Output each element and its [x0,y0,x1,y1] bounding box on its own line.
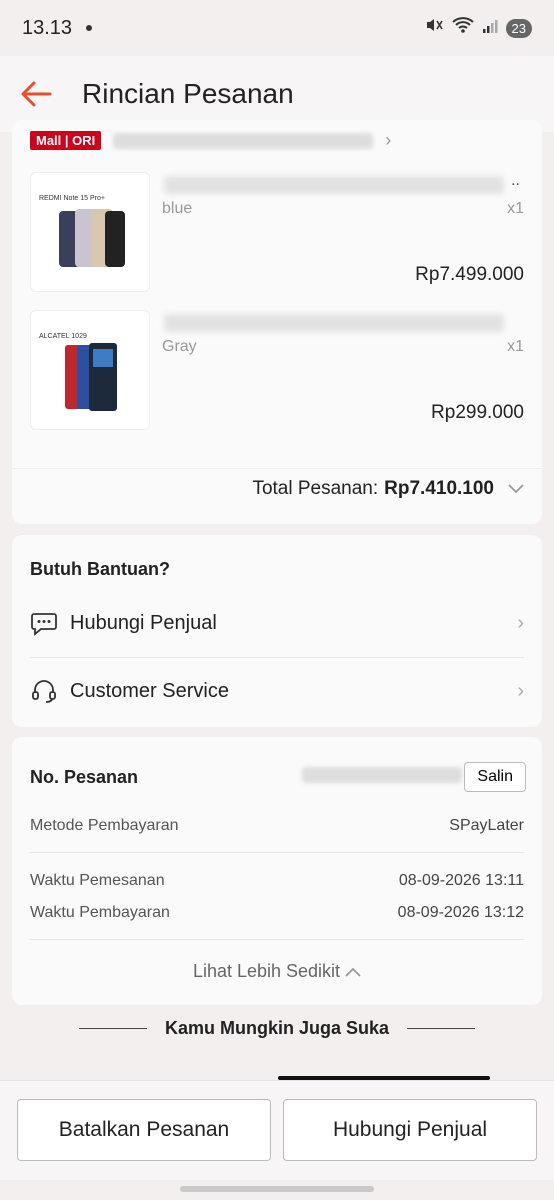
thumb-label: REDMI Note 15 Pro+ [39,195,105,202]
payment-time-value: 08-09-2026 13:12 [397,904,524,921]
payment-method-row: Metode Pembayaran SPayLater [30,817,524,835]
order-info-card: No. Pesanan Salin Metode Pembayaran SPay… [12,737,542,1005]
total-value: Rp7.410.100 [384,477,494,499]
payment-time-label: Waktu Pembayaran [30,904,170,921]
contact-seller-button[interactable]: Hubungi Penjual [283,1099,537,1161]
mute-icon [424,15,444,41]
order-number-label: No. Pesanan [30,767,139,787]
product-quantity: x1 [507,338,524,355]
shop-name-redacted [113,132,374,149]
product-name-redacted [164,314,504,332]
battery-indicator: 23 [505,18,532,38]
thumb-label: ALCATEL 1029 [39,333,87,340]
chevron-right-icon: › [385,130,392,150]
product-name-redacted [164,176,504,194]
suggestions-title: Kamu Mungkin Juga Suka [164,1018,390,1038]
signal-icon [482,17,498,40]
product-variant: blue [162,200,193,217]
see-less-toggle[interactable]: Lihat Lebih Sedikit [12,961,542,982]
chevron-right-icon: › [517,611,524,634]
status-bar: 13.13 23 [0,0,554,56]
divider [30,657,524,658]
suggestions-heading: Kamu Mungkin Juga Suka [0,1018,554,1039]
see-less-label: Lihat Lebih Sedikit [192,961,341,981]
order-time-row: Waktu Pemesanan 08-09-2026 13:11 [30,872,524,890]
mall-badge: Mall | ORI [30,131,102,150]
chevron-down-icon [508,478,524,500]
product-name-ellipsis: .. [511,172,520,189]
product-item[interactable]: REDMI Note 15 Pro+ .. blue x1 Rp7.499.00… [30,172,524,292]
chevron-up-icon [345,961,361,981]
gesture-nav-handle[interactable] [180,1186,374,1192]
page-title: Rincian Pesanan [82,78,294,109]
shop-row[interactable]: Mall | ORI › [30,130,391,151]
notification-dot [86,25,93,31]
bottom-action-bar: Batalkan Pesanan Hubungi Penjual [0,1080,554,1180]
order-products-card: Mall | ORI › REDMI Note 15 Pro+ .. blue … [12,120,542,524]
cancel-order-button[interactable]: Batalkan Pesanan [17,1099,271,1161]
payment-method-label: Metode Pembayaran [30,817,179,834]
divider [407,1028,476,1029]
wifi-icon [451,16,474,40]
order-total-row[interactable]: Total Pesanan: Rp7.410.100 [12,468,542,508]
product-variant: Gray [162,338,197,355]
back-arrow-icon[interactable] [18,76,54,112]
order-number-redacted [302,767,462,783]
product-item[interactable]: ALCATEL 1029 Gray x1 Rp299.000 [30,310,524,430]
payment-method-value: SPayLater [449,817,524,834]
copy-button[interactable]: Salin [464,762,526,792]
product-price: Rp299.000 [431,402,524,423]
order-time-label: Waktu Pemesanan [30,872,165,889]
order-time-value: 08-09-2026 13:11 [398,872,524,889]
product-thumbnail: REDMI Note 15 Pro+ [30,172,150,292]
chevron-right-icon: › [517,679,524,702]
status-time: 13.13 [22,16,73,39]
product-thumbnail: ALCATEL 1029 [30,310,150,430]
help-item-contact-seller[interactable]: Hubungi Penjual › [12,591,542,655]
product-quantity: x1 [507,200,524,217]
product-price: Rp7.499.000 [415,264,524,285]
help-item-customer-service[interactable]: Customer Service › [12,659,542,723]
help-item-label: Hubungi Penjual [70,611,217,634]
headset-icon [30,677,58,705]
help-card: Butuh Bantuan? Hubungi Penjual › Custome… [12,535,542,727]
help-title: Butuh Bantuan? [30,559,170,579]
help-item-label: Customer Service [70,679,229,702]
total-label: Total Pesanan: [252,477,379,499]
payment-time-row: Waktu Pembayaran 08-09-2026 13:12 [30,904,524,922]
divider [30,939,524,940]
chat-icon [30,609,58,637]
divider [78,1028,147,1029]
divider [30,852,524,853]
